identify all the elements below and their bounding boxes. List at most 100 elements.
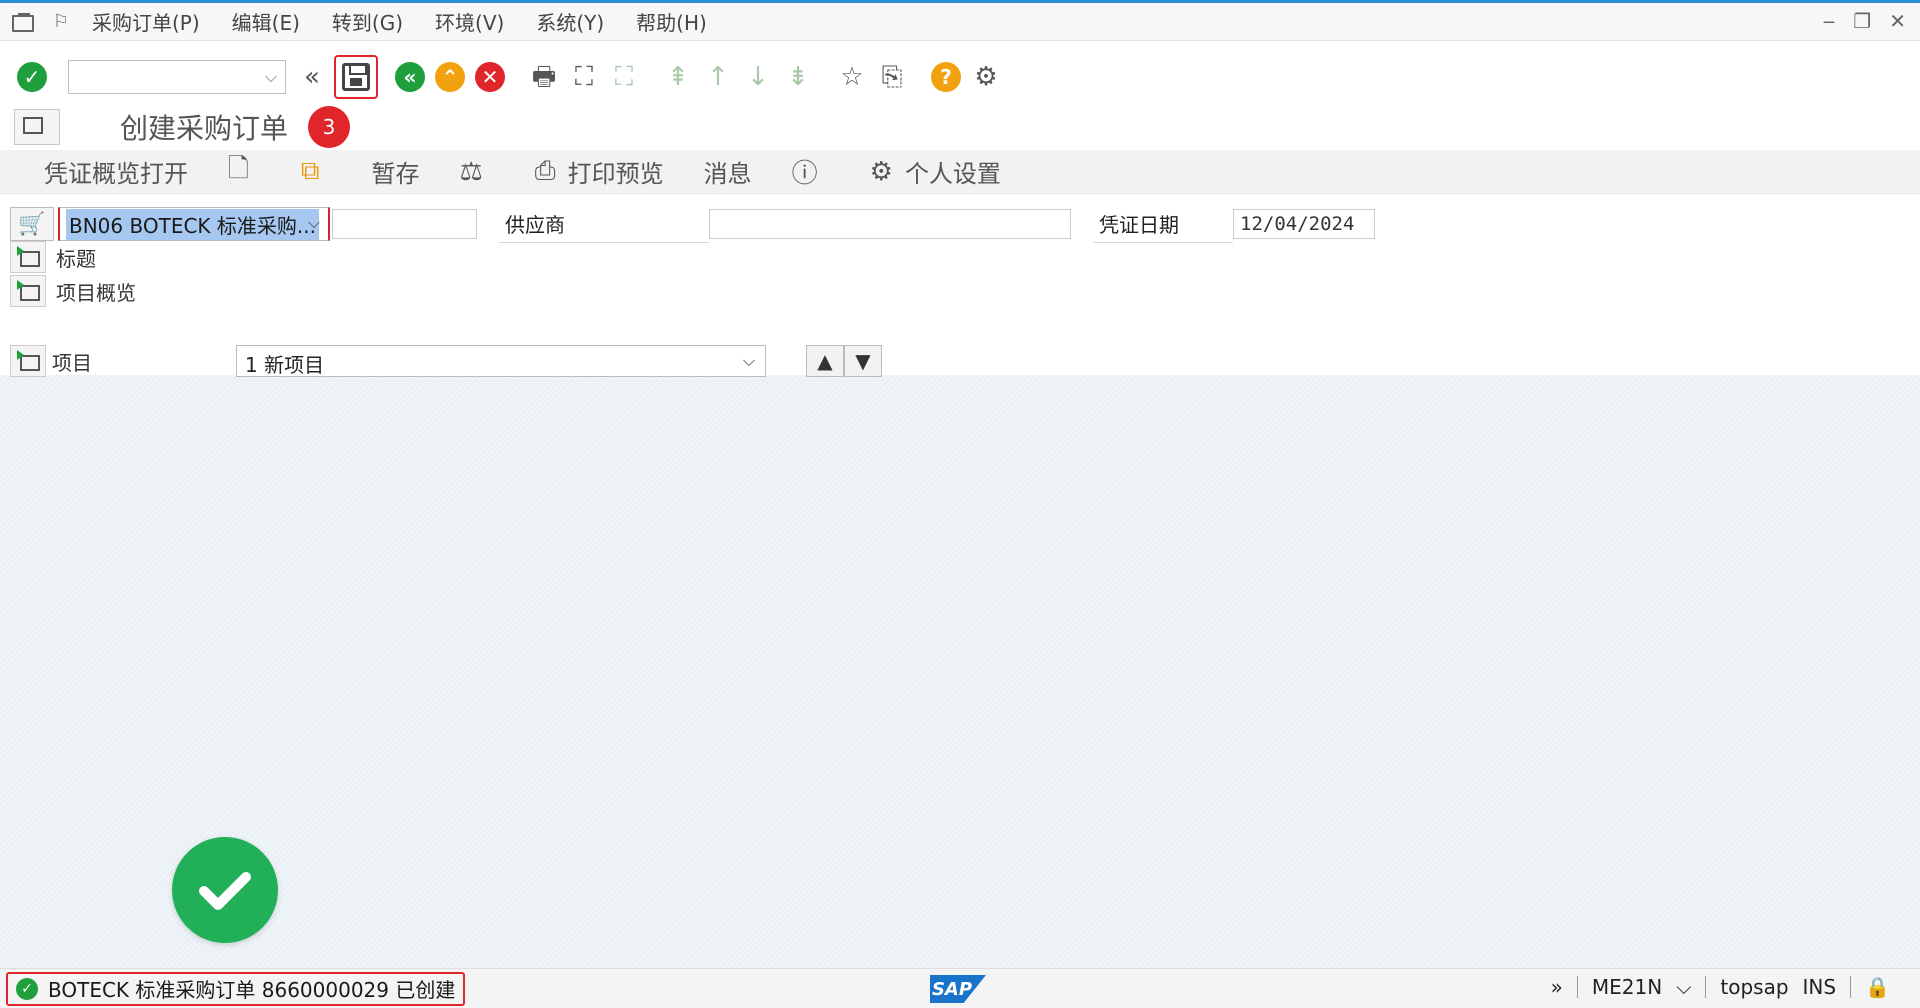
expand-status-icon[interactable]: »	[1551, 975, 1563, 999]
next-item-button[interactable]: ▼	[844, 345, 882, 377]
status-message-text: BOTECK 标准采购订单 8660000029 已创建	[48, 978, 456, 1002]
collapse-icon[interactable]: «	[294, 59, 330, 95]
personal-settings-label: 个人设置	[904, 160, 1001, 188]
help-icon: ?	[931, 62, 961, 92]
transaction-code[interactable]: ME21N	[1592, 975, 1662, 999]
menu-system[interactable]: 系统(Y)	[536, 7, 604, 36]
other-document-icon: ⧉	[300, 156, 320, 186]
status-message[interactable]: ✓ BOTECK 标准采购订单 8660000029 已创建	[6, 971, 466, 1006]
status-bar: ✓ BOTECK 标准采购订单 8660000029 已创建 SAP » ME2…	[0, 968, 1920, 1008]
input-mode[interactable]: INS	[1803, 975, 1837, 999]
previous-item-button[interactable]: ▲	[806, 345, 844, 377]
next-page-icon[interactable]: ↓	[740, 59, 776, 95]
info-button[interactable]: ⓘ	[792, 153, 830, 190]
balance-icon: ⚖	[459, 156, 483, 187]
item-select-value: 1 新项目	[245, 353, 325, 377]
save-button[interactable]	[334, 55, 378, 99]
vendor-label: 供应商	[499, 205, 709, 243]
print-preview-button[interactable]: ⎙ 打印预览	[535, 154, 664, 189]
expand-item-overview-icon[interactable]	[10, 275, 46, 307]
back-button[interactable]: «	[392, 59, 428, 95]
back-icon: «	[395, 62, 425, 92]
header-section-row: 标题	[10, 241, 96, 273]
content-area: 🛒 BN06 BOTECK 标准采购... ⌵ 供应商 凭证日期 12/04/2…	[0, 195, 1920, 968]
chevron-down-icon: ⌵	[307, 213, 320, 232]
messages-button[interactable]: 消息	[704, 154, 752, 189]
doc-date-input[interactable]: 12/04/2024	[1233, 209, 1375, 239]
last-page-icon[interactable]: ⇟	[780, 59, 816, 95]
chevron-down-icon: ⌵	[264, 67, 277, 86]
other-document-button[interactable]: ⧉	[301, 156, 332, 187]
messages-label: 消息	[703, 160, 752, 188]
menu-help[interactable]: 帮助(H)	[636, 7, 707, 36]
cancel-button[interactable]: ✕	[472, 59, 508, 95]
check-icon: ✓	[17, 62, 47, 92]
exit-icon: ⌃	[435, 62, 465, 92]
expand-item-icon[interactable]	[10, 345, 46, 377]
close-icon[interactable]: ✕	[1889, 9, 1906, 33]
doc-date-label: 凭证日期	[1093, 205, 1233, 243]
chevron-down-icon[interactable]: ⌵	[1676, 975, 1691, 999]
find-icon[interactable]: ⛶	[566, 59, 602, 95]
save-icon	[342, 63, 370, 91]
item-overview-label: 项目概览	[56, 280, 136, 305]
new-document-button[interactable]: 🗋	[228, 150, 261, 194]
window-controls: ‒ ❐ ✕	[1823, 9, 1906, 33]
settings-gear-icon[interactable]: ⚙	[968, 59, 1004, 95]
triangle-up-icon: ▲	[817, 349, 833, 373]
menu-goto[interactable]: 转到(G)	[332, 7, 403, 36]
standard-toolbar: ✓ ⌵ « « ⌃ ✕ 🖶 ⛶ ⛶ ⇞ ↑ ↓ ⇟ ☆ ⎘ ? ⚙	[0, 42, 1920, 112]
triangle-down-icon: ▼	[855, 349, 871, 373]
cancel-icon: ✕	[475, 62, 505, 92]
restore-icon[interactable]: ❐	[1853, 9, 1871, 33]
shortcut-icon[interactable]: ⎘	[874, 59, 910, 95]
sap-logo: SAP	[930, 975, 986, 1003]
page-title: 创建采购订单	[120, 112, 289, 145]
menu-window-icon[interactable]	[10, 12, 36, 32]
new-session-icon[interactable]: ☆	[834, 59, 870, 95]
po-number-field[interactable]	[332, 209, 477, 239]
personal-settings-icon: ⚙	[869, 156, 893, 187]
menu-purchase-order[interactable]: 采购订单(P)	[92, 7, 200, 36]
screen-menu-icon[interactable]	[14, 109, 60, 145]
personal-settings-button[interactable]: ⚙ 个人设置	[870, 154, 1001, 189]
title-row: 创建采购订单 3	[0, 104, 1920, 150]
success-icon: ✓	[16, 977, 38, 1000]
enter-button[interactable]: ✓	[14, 59, 50, 95]
application-toolbar: 凭证概览打开 🗋 ⧉ 暂存 ⚖ ⎙ 打印预览 消息 ⓘ ⚙ 个人设置	[0, 150, 1920, 194]
print-icon[interactable]: 🖶	[526, 59, 562, 95]
cart-icon[interactable]: 🛒	[10, 207, 54, 241]
print-preview-icon: ⎙	[534, 156, 556, 186]
vendor-input[interactable]	[709, 209, 1071, 239]
first-page-icon[interactable]: ⇞	[660, 59, 696, 95]
doc-overview-button[interactable]: 凭证概览打开	[44, 154, 188, 189]
exit-button[interactable]: ⌃	[432, 59, 468, 95]
menu-edit[interactable]: 编辑(E)	[232, 7, 300, 36]
checkmark-icon	[199, 872, 251, 910]
expand-header-icon[interactable]	[10, 241, 46, 273]
previous-page-icon[interactable]: ↑	[700, 59, 736, 95]
header-section-label: 标题	[56, 246, 96, 271]
hold-label: 暂存	[371, 160, 420, 188]
print-preview-label: 打印预览	[567, 160, 664, 188]
menu-pin-icon[interactable]: ⚐	[48, 11, 74, 32]
command-field[interactable]: ⌵	[68, 60, 286, 94]
info-icon: ⓘ	[791, 159, 818, 189]
minimize-icon[interactable]: ‒	[1823, 9, 1836, 33]
lock-icon: 🔒	[1865, 975, 1890, 999]
item-detail-row: 项目 1 新项目 ⌵ ▲ ▼	[10, 345, 1920, 377]
doc-type-value: BN06 BOTECK 标准采购...	[66, 208, 319, 240]
help-button[interactable]: ?	[928, 59, 964, 95]
menu-environment[interactable]: 环境(V)	[435, 7, 504, 36]
hold-button[interactable]: 暂存	[371, 154, 419, 189]
user-name: topsap	[1720, 975, 1789, 999]
item-select[interactable]: 1 新项目 ⌵	[236, 345, 766, 377]
find-next-icon[interactable]: ⛶	[606, 59, 642, 95]
menu-bar: ⚐ 采购订单(P) 编辑(E) 转到(G) 环境(V) 系统(Y) 帮助(H) …	[0, 3, 1920, 41]
doc-type-select[interactable]: BN06 BOTECK 标准采购... ⌵	[58, 207, 330, 241]
doc-overview-label: 凭证概览打开	[44, 160, 188, 188]
system-info: » ME21N ⌵ topsap INS 🔒	[1551, 975, 1890, 999]
chevron-down-icon: ⌵	[742, 351, 755, 370]
step-badge: 3	[308, 106, 351, 148]
check-document-button[interactable]: ⚖	[459, 157, 494, 187]
